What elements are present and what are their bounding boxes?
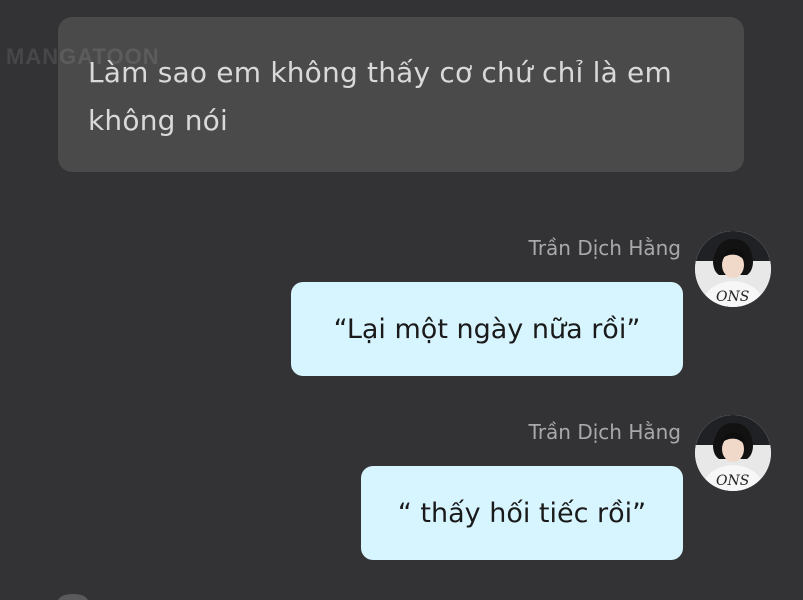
message-row: Trần Dịch Hằng ONS “Lại một ngày nữa rồi… bbox=[0, 228, 803, 378]
svg-text:ONS: ONS bbox=[716, 289, 749, 305]
sender-name: Trần Dịch Hằng bbox=[528, 420, 681, 444]
user-avatar-icon[interactable]: ONS bbox=[695, 231, 771, 307]
message-bubble[interactable]: “ thấy hối tiếc rồi” bbox=[361, 466, 683, 560]
narration-text: Làm sao em không thấy cơ chứ chỉ là em k… bbox=[88, 56, 672, 137]
svg-text:ONS: ONS bbox=[716, 473, 749, 489]
narration-box: Làm sao em không thấy cơ chứ chỉ là em k… bbox=[58, 17, 744, 172]
message-text: “ thấy hối tiếc rồi” bbox=[397, 497, 647, 529]
user-avatar-icon[interactable]: ONS bbox=[695, 415, 771, 491]
watermark: MANGATOON bbox=[6, 44, 160, 69]
chat-screen: MANGATOON Làm sao em không thấy cơ chứ c… bbox=[0, 0, 803, 600]
message-bubble[interactable]: “Lại một ngày nữa rồi” bbox=[291, 282, 683, 376]
next-element-edge bbox=[58, 594, 88, 600]
message-row: Trần Dịch Hằng ONS “ thấy hối tiếc rồi” bbox=[0, 412, 803, 562]
message-text: “Lại một ngày nữa rồi” bbox=[333, 313, 641, 345]
sender-name: Trần Dịch Hằng bbox=[528, 236, 681, 260]
